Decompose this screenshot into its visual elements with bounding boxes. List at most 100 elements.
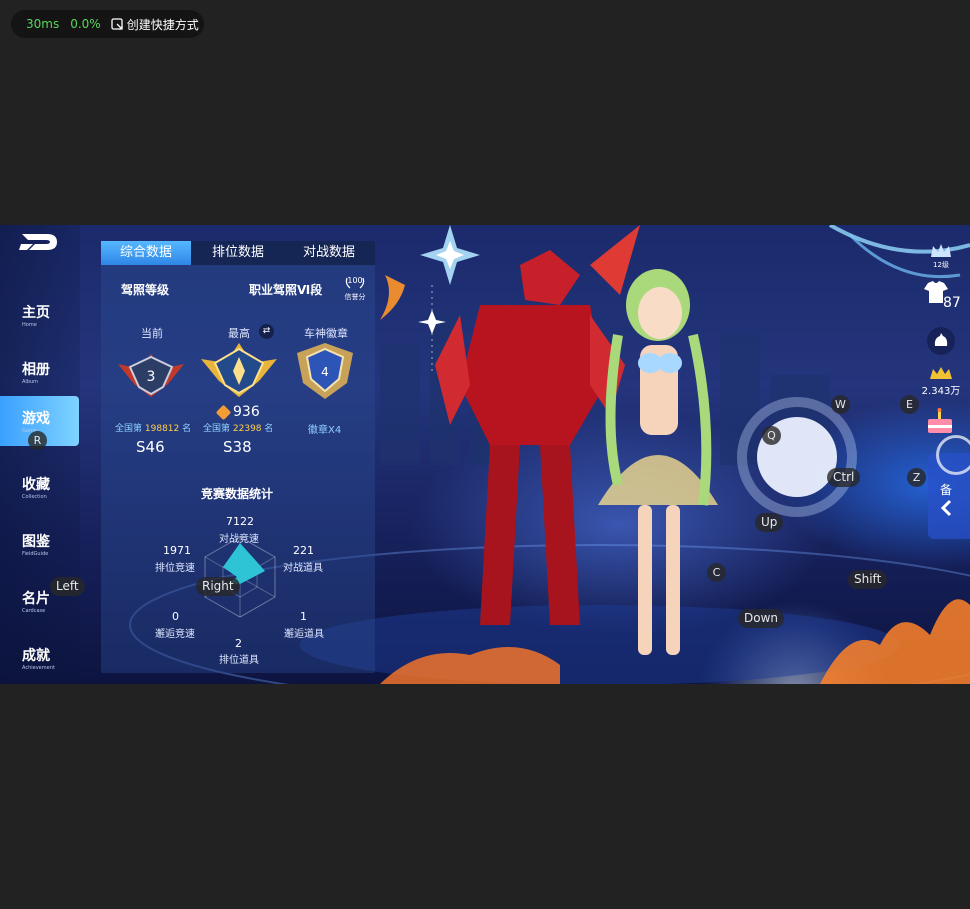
rank-current: 全国第 198812 名 <box>115 421 191 434</box>
stats-panel: 综合数据 排位数据 对战数据 驾照等级 职业驾照Ⅵ段 100 信誉分 当前 最高… <box>101 241 375 673</box>
highest-rank-emblem-icon <box>201 343 277 397</box>
stat-casual-speed-value: 0 <box>172 610 179 623</box>
key-ctrl[interactable]: Ctrl <box>827 468 861 487</box>
nav-collection-sub: Collection <box>22 494 47 500</box>
season-current: S46 <box>136 438 165 456</box>
star-crystal-icon <box>420 225 480 285</box>
nav-album-sub: Album <box>22 379 39 385</box>
credit-score: 100 <box>347 276 363 285</box>
key-shift[interactable]: Shift <box>848 570 888 589</box>
col-highest: 最高 <box>228 327 250 340</box>
nav-item-home[interactable]: 主页 Home <box>0 290 80 340</box>
swap-icon[interactable]: ⇄ <box>259 324 274 339</box>
nav-collection-label: 收藏 <box>22 477 50 493</box>
cake-icon <box>928 408 952 433</box>
stat-rank-speed-value: 1971 <box>163 544 191 557</box>
shortcut-label: 创建快捷方式 <box>126 17 199 32</box>
nav-album-label: 相册 <box>22 362 50 378</box>
rank-current-suffix: 名 <box>182 424 192 434</box>
rank-high-suffix: 名 <box>264 424 274 434</box>
stat-casual-item-label: 邂逅道具 <box>284 629 324 640</box>
panel-tabs: 综合数据 排位数据 对战数据 <box>101 241 375 265</box>
col-current: 当前 <box>141 327 163 340</box>
nav-fieldguide-label: 图鉴 <box>22 534 50 550</box>
rank-high-num: 22398 <box>232 424 262 434</box>
key-right[interactable]: Right <box>196 577 240 596</box>
rank-current-num: 198812 <box>144 424 180 434</box>
pet-icon <box>934 333 948 346</box>
stats-title: 竞赛数据统计 <box>201 487 274 501</box>
tab-overview[interactable]: 综合数据 <box>101 241 191 265</box>
stat-battle-item-value: 221 <box>293 544 314 557</box>
chevron-left-icon <box>940 499 952 517</box>
coin-crown-icon <box>930 367 952 379</box>
key-w[interactable]: W <box>831 395 850 414</box>
nav-item-achievement[interactable]: 成就 Achievement <box>0 633 80 683</box>
highest-points-value: 936 <box>233 404 260 420</box>
logo-icon <box>19 234 57 250</box>
girl-character <box>598 269 718 655</box>
shortcut-icon <box>111 17 123 30</box>
current-rank-emblem-icon: 3 <box>118 354 184 397</box>
level-top: 12级 <box>933 261 949 269</box>
latency-text: 30ms <box>26 17 60 31</box>
coins-display: 2.343万 <box>920 365 962 397</box>
key-up[interactable]: Up <box>755 513 784 532</box>
rank-current-prefix: 全国第 <box>115 424 143 434</box>
game-viewport[interactable]: 主页 Home 相册 Album 游戏 Game 收藏 Collection 图… <box>0 225 970 684</box>
badge-count: 徽章X4 <box>308 425 342 436</box>
stat-casual-speed-label: 邂逅竞速 <box>155 629 195 640</box>
nav-home-label: 主页 <box>22 305 50 321</box>
nav-cardcase-label: 名片 <box>22 591 50 607</box>
nav-achievement-label: 成就 <box>22 648 50 664</box>
credit-label: 信誉分 <box>344 293 366 301</box>
create-shortcut-button[interactable]: 创建快捷方式 <box>111 16 199 33</box>
key-e[interactable]: E <box>900 395 919 414</box>
key-left[interactable]: Left <box>50 577 85 596</box>
nav-cardcase-sub: Cardcase <box>22 608 46 614</box>
license-level: 职业驾照Ⅵ段 <box>249 283 323 297</box>
key-c[interactable]: C <box>707 563 726 582</box>
points-icon <box>215 404 232 420</box>
license-title: 驾照等级 <box>121 283 170 297</box>
rank-high-prefix: 全国第 <box>203 424 231 434</box>
stat-rank-item-label: 排位道具 <box>219 655 259 666</box>
stat-rank-speed-label: 排位竞速 <box>155 563 195 574</box>
rank-highest: 全国第 22398 名 <box>203 421 273 434</box>
level-badge[interactable]: 12级 <box>928 243 954 270</box>
status-pill: 30ms 0.0% 创建快捷方式 <box>11 10 204 38</box>
nav-game-label: 游戏 <box>22 411 50 427</box>
stat-battle-item-label: 对战道具 <box>283 563 323 574</box>
left-nav: 主页 Home 相册 Album 游戏 Game 收藏 Collection 图… <box>0 225 80 684</box>
svg-text:4: 4 <box>321 365 329 379</box>
key-down[interactable]: Down <box>738 609 785 628</box>
svg-text:3: 3 <box>147 369 156 385</box>
stat-rank-item-value: 2 <box>235 637 242 650</box>
car-god-badge-icon: 4 <box>297 343 353 399</box>
highest-points: 936 <box>215 404 260 420</box>
stat-battle-speed-label: 对战竞速 <box>219 534 259 545</box>
nav-fieldguide-sub: FieldGuide <box>22 551 49 557</box>
nav-item-collection[interactable]: 收藏 Collection <box>0 462 80 512</box>
nav-item-album[interactable]: 相册 Album <box>0 347 80 397</box>
tab-ranked[interactable]: 排位数据 <box>193 241 283 265</box>
side-text: 备 <box>940 483 953 497</box>
cake-button[interactable] <box>924 407 956 437</box>
season-highest: S38 <box>223 438 252 456</box>
credit-badge: 100 信誉分 <box>341 275 369 303</box>
level-box[interactable]: 87 <box>924 281 970 315</box>
crown-icon <box>931 244 951 257</box>
stat-casual-item-value: 1 <box>300 610 307 623</box>
nav-achievement-sub: Achievement <box>22 665 55 671</box>
key-r[interactable]: R <box>28 431 47 450</box>
nav-home-sub: Home <box>22 322 37 328</box>
col-badge: 车神徽章 <box>304 327 348 340</box>
key-z[interactable]: Z <box>907 468 926 487</box>
nav-item-fieldguide[interactable]: 图鉴 FieldGuide <box>0 519 80 569</box>
level-num: 87 <box>943 295 961 311</box>
pet-button[interactable] <box>927 327 955 355</box>
tab-battle[interactable]: 对战数据 <box>284 241 374 265</box>
settings-wheel-icon[interactable] <box>936 435 970 475</box>
key-q[interactable]: Q <box>762 426 781 445</box>
coins-value: 2.343万 <box>921 386 961 397</box>
